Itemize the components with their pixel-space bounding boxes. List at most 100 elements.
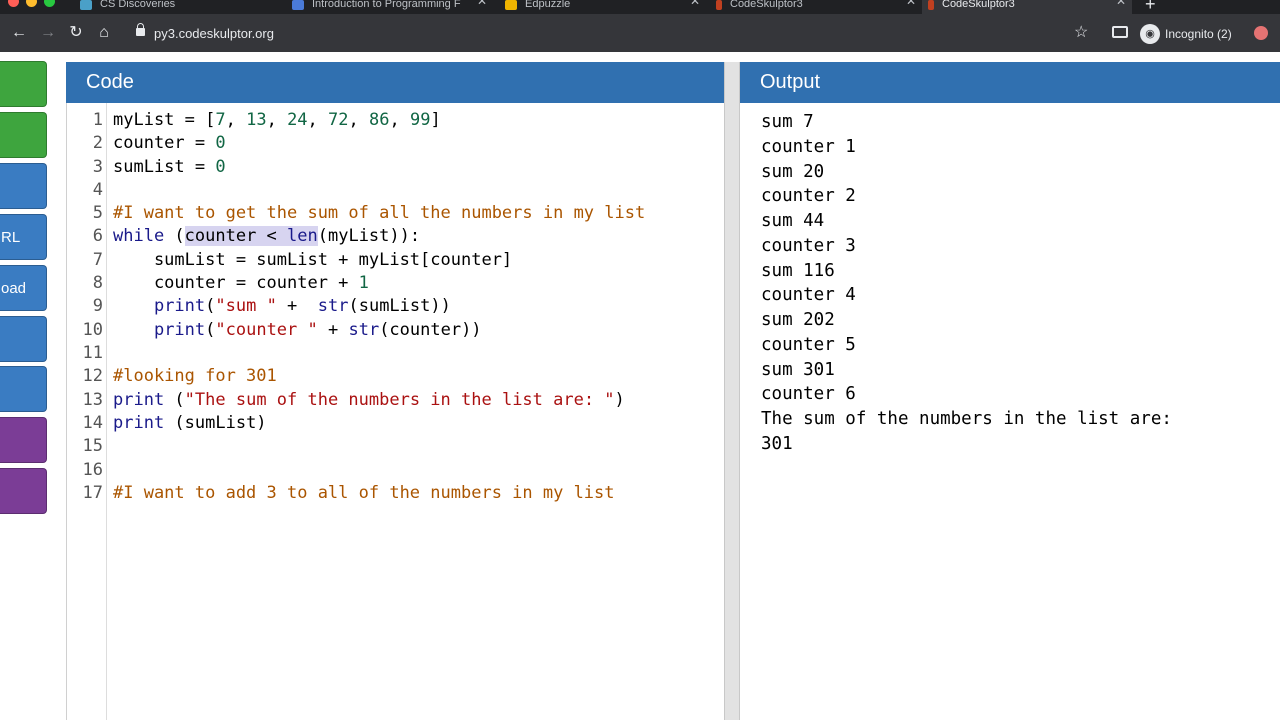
code-line-5[interactable]: #I want to get the sum of all the number…	[113, 203, 645, 223]
line-number: 9	[92, 296, 103, 316]
line-number: 11	[82, 343, 103, 363]
selected-text[interactable]: counter < len	[184, 226, 318, 246]
reload-icon[interactable]: ↻	[65, 22, 87, 44]
tab-title: CodeSkulptor3	[942, 0, 1015, 10]
code-line-17[interactable]: #I want to add 3 to all of the numbers i…	[113, 483, 615, 503]
line-number: 10	[82, 320, 103, 340]
extension-icon[interactable]	[1254, 26, 1268, 40]
close-tab-icon[interactable]: ✕	[1116, 0, 1126, 7]
line-number: 17	[82, 483, 103, 503]
home-icon[interactable]: ⌂	[93, 22, 115, 44]
codeskulptor-favicon-icon	[716, 0, 722, 10]
line-number: 12	[82, 366, 103, 386]
tab-title: CodeSkulptor3	[730, 0, 803, 10]
tab-intro-programming[interactable]: Introduction to Programming F ✕	[292, 0, 487, 14]
line-number: 6	[92, 226, 103, 246]
address-bar[interactable]: py3.codeskulptor.org ☆	[124, 20, 1104, 48]
output-line: 301	[761, 434, 793, 454]
sidebar-button-url[interactable]: RL	[0, 214, 47, 260]
code-editor[interactable]: 1 2 3 4 5 6 7 8 9 10 11 12 13 14 15 16 1…	[66, 103, 724, 720]
code-line-14[interactable]: print (sumList)	[113, 413, 267, 433]
code-line-2[interactable]: counter = 0	[113, 133, 226, 153]
output-line: counter 4	[761, 285, 856, 305]
output-line: counter 3	[761, 236, 856, 256]
tab-title: CS Discoveries	[100, 0, 176, 10]
cast-icon[interactable]	[1112, 26, 1128, 38]
tab-strip: CS Discoveries Introduction to Programmi…	[0, 0, 1280, 14]
tab-cs-discoveries[interactable]: CS Discoveries	[80, 0, 275, 14]
output-line: sum 20	[761, 162, 825, 182]
forward-arrow-icon[interactable]: →	[37, 22, 59, 44]
incognito-label[interactable]: Incognito (2)	[1165, 27, 1232, 41]
tab-edpuzzle[interactable]: Edpuzzle ✕	[505, 0, 700, 14]
close-tab-icon[interactable]: ✕	[690, 0, 700, 7]
sidebar-button-1[interactable]	[0, 61, 47, 107]
line-number: 4	[92, 180, 103, 200]
new-tab-icon[interactable]: +	[1145, 0, 1156, 15]
close-window-icon[interactable]	[8, 0, 19, 7]
output-line: counter 2	[761, 186, 856, 206]
line-number: 2	[92, 133, 103, 153]
code-line-7[interactable]: sumList = sumList + myList[counter]	[113, 250, 512, 270]
code-line-6[interactable]: while (counter < len(myList)):	[113, 226, 420, 246]
line-number-gutter: 1 2 3 4 5 6 7 8 9 10 11 12 13 14 15 16 1…	[67, 103, 107, 720]
tab-title: Introduction to Programming F	[312, 0, 461, 10]
line-number: 5	[92, 203, 103, 223]
incognito-icon[interactable]: ◉	[1140, 24, 1160, 44]
code-panel-title: Code	[86, 71, 134, 93]
line-number: 3	[92, 157, 103, 177]
line-number: 16	[82, 460, 103, 480]
codeskulptor-favicon-icon	[928, 0, 934, 10]
output-line: counter 1	[761, 137, 856, 157]
line-number: 13	[82, 390, 103, 410]
panel-splitter[interactable]	[724, 62, 740, 720]
output-console: sum 7 counter 1 sum 20 counter 2 sum 44 …	[740, 103, 1280, 720]
output-line: sum 7	[761, 112, 814, 132]
sidebar-button-7[interactable]	[0, 366, 47, 412]
output-line: sum 44	[761, 211, 825, 231]
output-panel-title: Output	[760, 71, 821, 93]
sidebar-button-6[interactable]	[0, 316, 47, 362]
lock-icon	[136, 23, 145, 36]
code-line-1[interactable]: myList = [7, 13, 24, 72, 86, 99]	[113, 110, 441, 130]
code-line-13[interactable]: print ("The sum of the numbers in the li…	[113, 390, 625, 410]
back-arrow-icon[interactable]: ←	[8, 22, 30, 44]
bookmark-star-icon[interactable]: ☆	[1074, 22, 1088, 42]
sidebar-button-download[interactable]: oad	[0, 265, 47, 311]
code-panel-header: Code	[66, 62, 724, 103]
url-text[interactable]: py3.codeskulptor.org	[154, 26, 274, 41]
sidebar-button-label: oad	[1, 280, 27, 297]
line-number: 15	[82, 436, 103, 456]
person-favicon-icon	[292, 0, 304, 10]
close-tab-icon[interactable]: ✕	[477, 0, 487, 7]
minimize-window-icon[interactable]	[26, 0, 37, 7]
line-number: 14	[82, 413, 103, 433]
output-panel-header: Output	[740, 62, 1280, 103]
code-line-8[interactable]: counter = counter + 1	[113, 273, 369, 293]
sidebar-button-label: RL	[1, 229, 21, 246]
code-line-3[interactable]: sumList = 0	[113, 157, 226, 177]
code-line-9[interactable]: print("sum " + str(sumList))	[113, 296, 451, 316]
sidebar-button-3[interactable]	[0, 163, 47, 209]
code-line-12[interactable]: #looking for 301	[113, 366, 277, 386]
line-number: 8	[92, 273, 103, 293]
line-number: 1	[92, 110, 103, 130]
output-line: sum 202	[761, 310, 835, 330]
edpuzzle-favicon-icon	[505, 0, 517, 10]
tab-codeskulptor-active[interactable]: CodeSkulptor3 ✕	[922, 0, 1132, 14]
tab-codeskulptor-1[interactable]: CodeSkulptor3 ✕	[716, 0, 916, 14]
maximize-window-icon[interactable]	[44, 0, 55, 7]
cs-discoveries-favicon-icon	[80, 0, 92, 10]
output-line: sum 301	[761, 360, 835, 380]
output-line: counter 5	[761, 335, 856, 355]
sidebar-button-8[interactable]	[0, 417, 47, 463]
code-line-10[interactable]: print("counter " + str(counter))	[113, 320, 482, 340]
tab-title: Edpuzzle	[525, 0, 571, 10]
line-number: 7	[92, 250, 103, 270]
output-line: The sum of the numbers in the list are:	[761, 409, 1172, 429]
sidebar-button-2[interactable]	[0, 112, 47, 158]
sidebar-button-9[interactable]	[0, 468, 47, 514]
output-line: counter 6	[761, 384, 856, 404]
browser-toolbar: ← → ↻ ⌂ py3.codeskulptor.org ☆	[0, 14, 1280, 52]
close-tab-icon[interactable]: ✕	[906, 0, 916, 7]
